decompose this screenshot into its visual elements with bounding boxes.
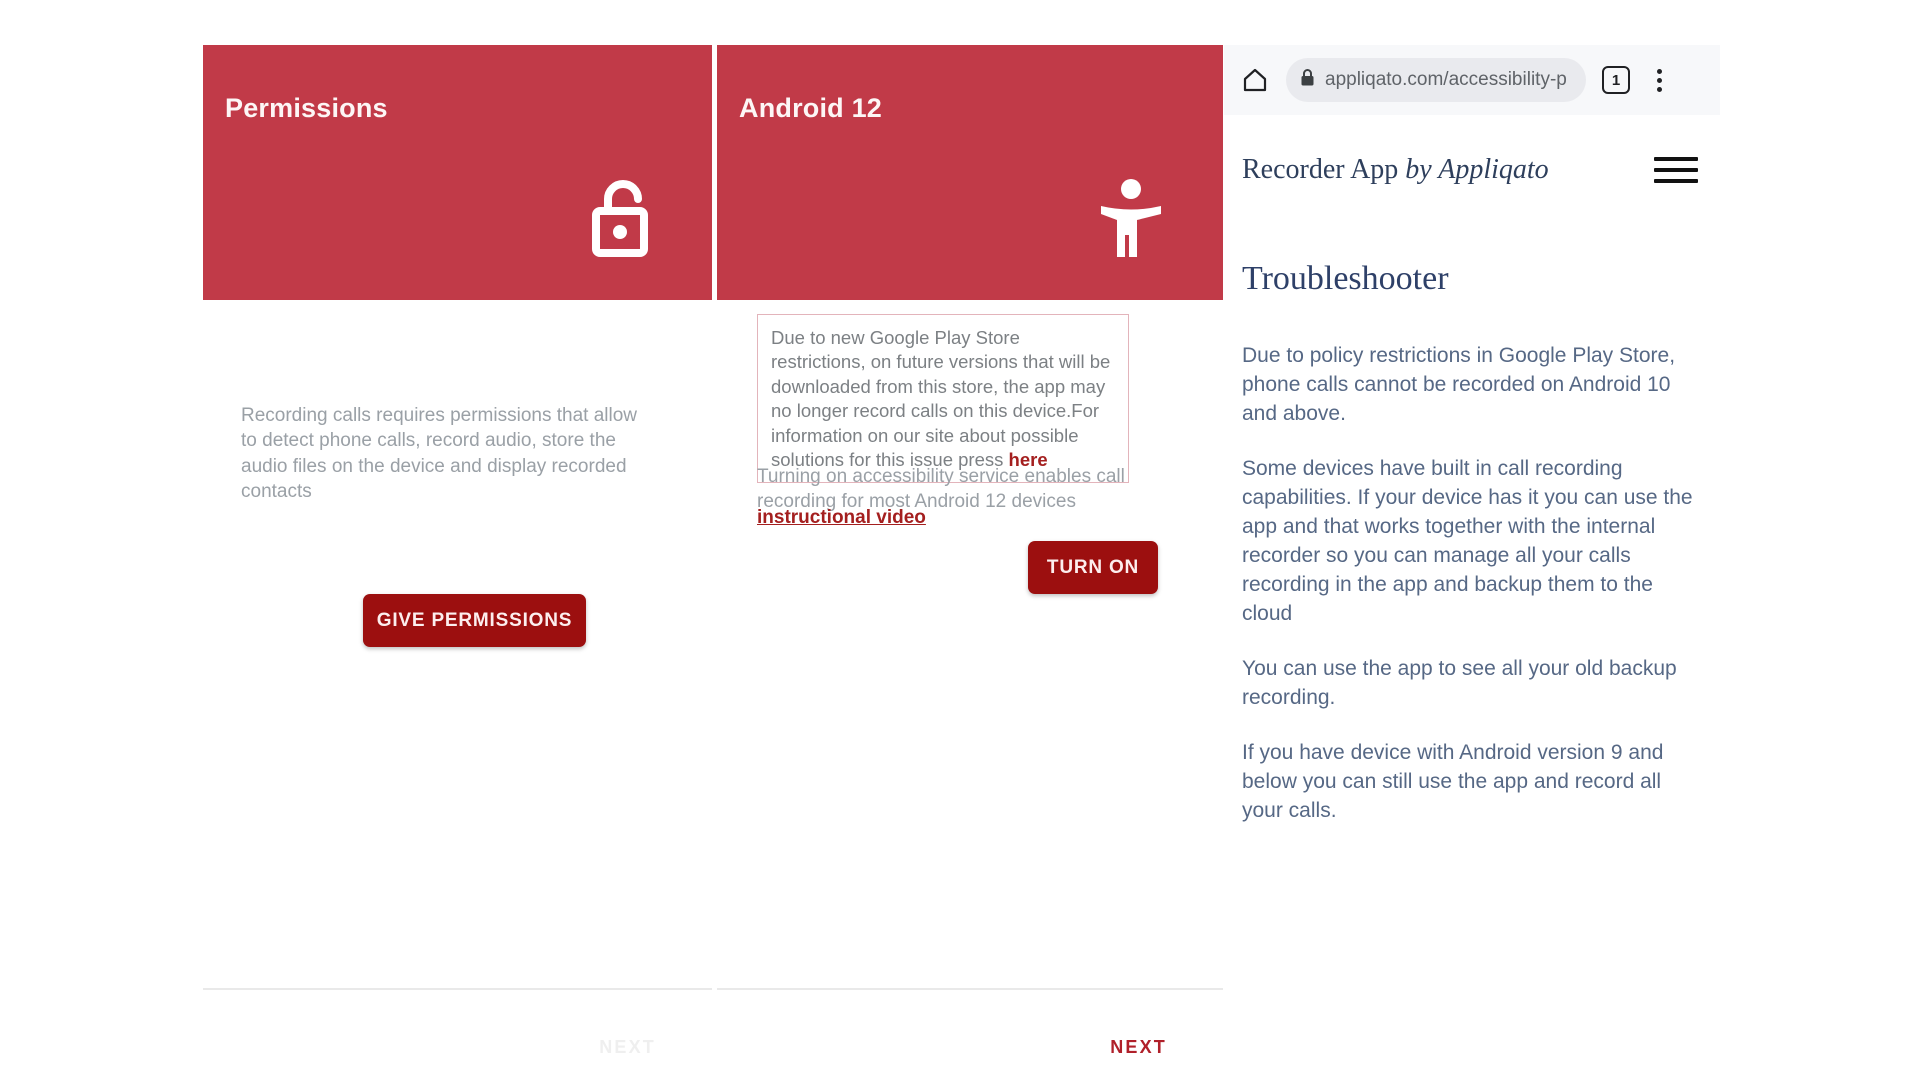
tab-count-button[interactable]: 1: [1602, 66, 1630, 94]
url-text: appliqato.com/accessibility-p: [1325, 69, 1567, 90]
hero-row: Permissions Android 12: [203, 45, 1223, 300]
panel-divider-line: [203, 988, 712, 990]
hamburger-menu-icon[interactable]: [1650, 153, 1702, 187]
troubleshooter-heading: Troubleshooter: [1242, 260, 1449, 297]
panel-android12: Due to new Google Play Store restriction…: [717, 300, 1223, 1080]
next-button-android12[interactable]: NEXT: [1110, 1037, 1167, 1058]
home-icon[interactable]: [1238, 63, 1272, 97]
site-title-italic: by Appliqato: [1405, 154, 1549, 185]
browser-toolbar: appliqato.com/accessibility-p 1: [1224, 45, 1720, 115]
site-title: Recorder App by Appliqato: [1242, 154, 1549, 186]
site-title-main: Recorder App: [1242, 154, 1399, 185]
permissions-description: Recording calls requires permissions tha…: [241, 405, 638, 502]
android-app-screen: Permissions Android 12 Recording calls r…: [203, 45, 1223, 1080]
panel-divider-line: [717, 988, 1223, 990]
site-header: Recorder App by Appliqato: [1224, 115, 1720, 225]
screenshot-stage: ATRO ACADEMY Permissions Android 12: [0, 0, 1920, 1080]
give-permissions-button[interactable]: GIVE PERMISSIONS: [363, 594, 586, 647]
lock-icon: [1300, 68, 1315, 92]
troubleshooter-paragraph: If you have device with Android version …: [1242, 740, 1664, 822]
kebab-menu-icon[interactable]: [1646, 68, 1672, 92]
troubleshooter-paragraph: Some devices have built in call recordin…: [1242, 456, 1693, 625]
hero-title-permissions: Permissions: [225, 93, 388, 123]
panel-permissions: Recording calls requires permissions tha…: [203, 300, 712, 1080]
hero-android12: Android 12: [717, 45, 1223, 300]
turn-on-button[interactable]: TURN ON: [1028, 541, 1158, 594]
instructional-video-link[interactable]: instructional video: [757, 507, 926, 529]
troubleshooter-paragraph: You can use the app to see all your old …: [1242, 656, 1677, 709]
accessibility-icon: [1097, 179, 1165, 264]
play-store-warning-box: Due to new Google Play Store restriction…: [757, 314, 1129, 484]
troubleshooter-paragraph: Due to policy restrictions in Google Pla…: [1242, 344, 1676, 425]
warning-text: Due to new Google Play Store restriction…: [771, 327, 1111, 471]
site-content: Troubleshooter Due to policy restriction…: [1242, 260, 1702, 852]
hero-permissions: Permissions: [203, 45, 712, 300]
next-button-permissions[interactable]: NEXT: [599, 1037, 656, 1058]
unlock-icon: [588, 177, 654, 264]
hero-title-android12: Android 12: [739, 93, 883, 123]
browser-panel: appliqato.com/accessibility-p 1 Recorder…: [1224, 45, 1720, 1080]
address-bar[interactable]: appliqato.com/accessibility-p: [1286, 58, 1586, 102]
